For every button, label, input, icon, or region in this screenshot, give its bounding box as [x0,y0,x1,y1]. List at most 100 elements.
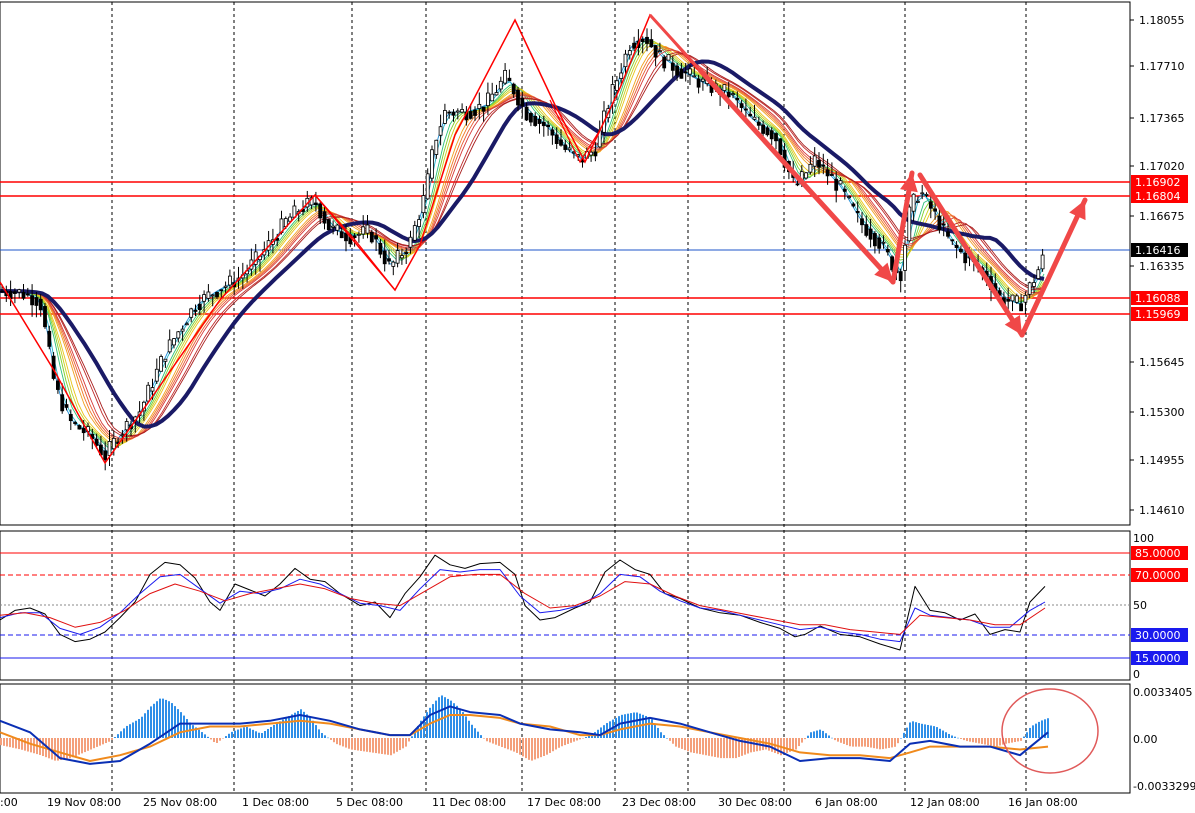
candle-body [670,62,675,71]
candle-body [627,50,632,56]
candle-body [38,298,43,311]
time-axis-label: 25 Nov 08:00 [143,796,217,809]
candle-body [77,425,82,430]
candle-body [507,77,512,82]
macd-histogram-bar [12,738,14,748]
macd-histogram-bar [255,731,257,738]
macd-histogram-bar [984,738,986,745]
candle-body [1040,254,1045,270]
macd-histogram-bar [237,729,239,738]
macd-histogram-bar [648,717,650,738]
candle-body [623,53,628,68]
macd-histogram-bar [183,715,185,738]
macd-histogram-bar [330,738,332,740]
macd-histogram-bar [435,700,437,738]
macd-histogram-bar [411,736,413,738]
candle-body [1014,295,1019,303]
macd-histogram-bar [144,713,146,738]
candle-body [356,233,361,236]
candle-body [744,108,748,111]
candle-body [313,202,318,205]
macd-histogram-bar [141,716,143,738]
macd-histogram-bar [264,731,266,738]
macd-histogram-bar [132,722,134,738]
macd-histogram-bar [327,737,329,739]
candle-body [503,70,508,84]
macd-histogram-bar [825,733,827,738]
macd-histogram-bar [318,729,320,738]
price-pane[interactable] [0,1,1131,526]
macd-histogram-bar [1005,738,1007,744]
macd-histogram-bar [915,722,917,738]
osc-level-tag-label: 85.0000 [1135,547,1181,560]
candle-body [159,356,164,372]
macd-histogram-bar [471,724,473,738]
price-tick-label: 1.14610 [1139,504,1185,517]
macd-histogram-bar [579,738,581,740]
macd-histogram-bar [465,716,467,738]
candle-body [838,180,843,185]
candle-body [494,92,499,96]
macd-histogram-bar [516,738,518,753]
candle-body [172,338,176,346]
candle-body [898,271,903,282]
macd-histogram-bar [804,738,806,740]
candle-body [619,72,624,79]
macd-histogram-bar [696,738,698,754]
candle-body [653,45,658,58]
macd-histogram-bar [489,738,491,743]
candle-body [903,244,907,271]
candle-body [748,113,753,117]
candle-body [30,295,35,306]
macd-histogram-bar [333,738,335,743]
macd-histogram-bar [900,738,902,739]
candle-body [60,394,65,412]
macd-histogram-bar [150,706,152,738]
candle-body [567,147,572,151]
macd-histogram-bar [882,738,884,750]
macd-histogram-bar [324,735,326,738]
price-tick-label: 1.16335 [1139,260,1185,273]
candle-body [726,91,731,98]
candle-body [683,71,688,74]
macd-histogram-bar [246,726,248,738]
macd-histogram-bar [828,735,830,738]
macd-histogram-bar [93,738,95,749]
candle-body [842,188,847,192]
macd-histogram-bar [99,738,101,746]
candle-body [632,42,636,49]
macd-histogram-bar [909,722,911,738]
osc-tick-label: 0 [1133,668,1140,681]
macd-tick-label: 0.0033405 [1133,686,1193,699]
macd-histogram-bar [687,738,689,752]
macd-histogram-bar [681,738,683,749]
macd-histogram-bar [258,732,260,738]
trading-chart-window[interactable]: 1.18055 1.17710 1.17365 1.17020 1.16675 1.163… [0,0,1195,809]
chart-canvas[interactable]: 1.18055 1.17710 1.17365 1.17020 1.16675 1.163… [0,0,1195,809]
candle-body [322,211,327,224]
candle-body [769,130,774,140]
macd-histogram-bar [933,726,935,738]
candle-body [804,172,808,179]
candle-body [529,113,533,123]
macd-histogram-bar [279,721,281,738]
candle-body [1019,303,1023,312]
candle-body [215,292,219,298]
candle-body [477,103,482,109]
candle-body [692,75,697,78]
macd-histogram-bar [96,738,98,747]
macd-histogram-bar [897,738,899,744]
candle-body [365,224,370,234]
macd-histogram-bar [81,738,83,754]
macd-histogram-bar [522,738,524,757]
macd-histogram-bar [441,695,443,738]
candle-body [223,285,228,288]
macd-histogram-bar [243,727,245,738]
macd-histogram-bar [573,738,575,742]
macd-histogram-bar [102,738,104,745]
candle-body [485,92,490,107]
candle-body [615,80,619,91]
macd-histogram-bar [204,734,206,738]
macd-histogram-bar [942,730,944,738]
macd-histogram-bar [27,738,29,752]
